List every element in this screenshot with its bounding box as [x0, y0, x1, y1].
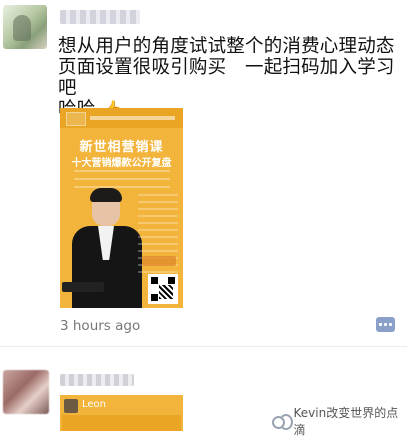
watermark: Kevin改变世界的点滴: [272, 404, 407, 438]
watermark-text: Kevin改变世界的点滴: [294, 404, 407, 438]
post-text-line-1: 想从用户的角度试试整个的消费心理动态: [58, 36, 398, 57]
wechat-official-account-icon: [272, 414, 290, 428]
avatar[interactable]: [3, 5, 47, 49]
poster-badge: [142, 256, 176, 266]
post-divider: [0, 346, 407, 347]
post-image-poster[interactable]: Leon: [60, 395, 183, 431]
username-blurred[interactable]: [60, 10, 140, 24]
post-text-line-2: 页面设置很吸引购买 一起扫码加入学习吧: [58, 57, 398, 99]
poster-mini-avatar: [64, 399, 78, 413]
poster-title: 新世相营销课: [60, 136, 183, 155]
qr-code-icon: [148, 274, 178, 304]
comment-icon[interactable]: [376, 317, 395, 332]
avatar[interactable]: [3, 370, 49, 414]
post-image-poster[interactable]: 新世相营销课 十大营销爆款公开复盘: [60, 108, 183, 308]
poster-title-bar: [62, 415, 181, 431]
poster-price-tag: [62, 282, 104, 292]
post-timestamp: 3 hours ago: [60, 318, 140, 334]
poster-subtitle: 十大营销爆款公开复盘: [60, 154, 183, 169]
presenter-hair: [90, 188, 122, 202]
username-blurred[interactable]: [60, 374, 134, 386]
poster-header-bar: [60, 108, 183, 128]
poster-label: Leon: [82, 399, 106, 410]
